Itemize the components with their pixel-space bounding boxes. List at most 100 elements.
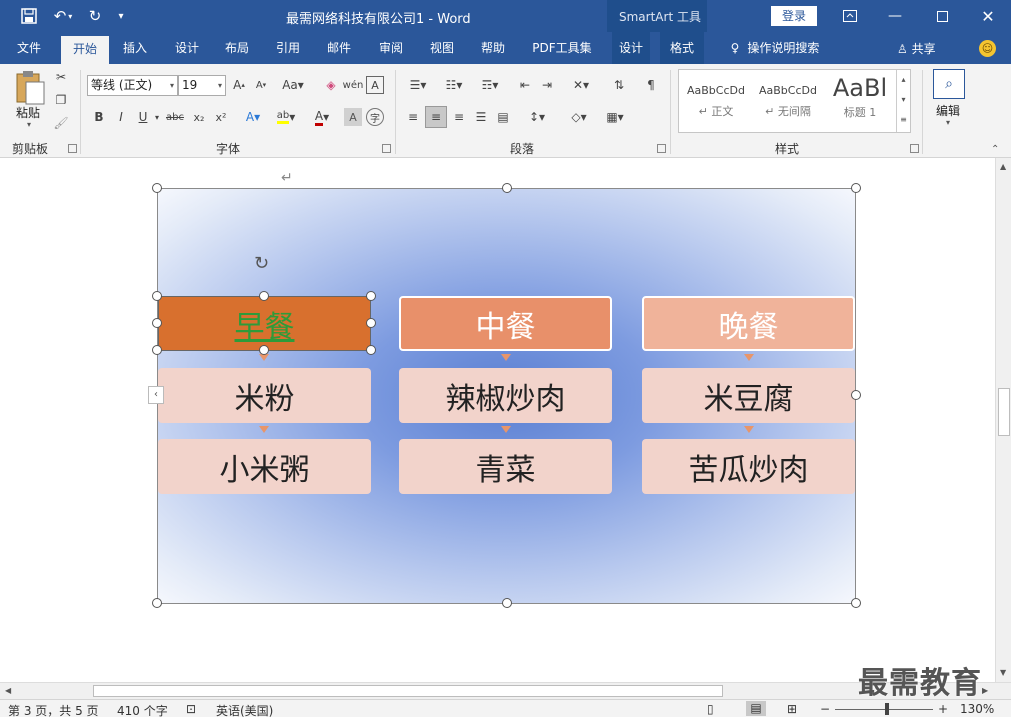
enclose-characters-icon[interactable]: 字 — [366, 108, 384, 126]
tab-layout[interactable]: 布局 — [216, 32, 258, 64]
character-border-icon[interactable]: A — [366, 76, 384, 94]
resize-handle[interactable] — [851, 390, 861, 400]
align-center-icon[interactable]: ≡ — [425, 106, 447, 128]
shape-resize-handle[interactable] — [366, 318, 376, 328]
feedback-smiley-icon[interactable]: ☺ — [979, 40, 996, 57]
multilevel-list-icon[interactable]: ☶▾ — [476, 76, 504, 94]
tab-design[interactable]: 设计 — [166, 32, 208, 64]
phonetic-guide-icon[interactable]: wén — [343, 76, 364, 94]
text-effects-icon[interactable]: A▾ — [244, 108, 262, 126]
zoom-level[interactable]: 130% — [960, 702, 994, 716]
paste-button-label[interactable]: 粘贴 — [16, 104, 40, 121]
paste-icon[interactable] — [14, 70, 48, 108]
vertical-scroll-thumb[interactable] — [998, 388, 1010, 436]
tab-references[interactable]: 引用 — [267, 32, 309, 64]
line-spacing-icon[interactable]: ↕▾ — [524, 108, 550, 126]
smartart-item[interactable]: 米粉 — [158, 368, 371, 423]
sort-icon[interactable]: ⇅ — [610, 76, 628, 94]
minimize-icon[interactable]: — — [880, 4, 910, 28]
shape-resize-handle[interactable] — [152, 318, 162, 328]
resize-handle[interactable] — [851, 598, 861, 608]
justify-icon[interactable]: ☰ — [472, 108, 490, 126]
vertical-scrollbar[interactable]: ▲ ▼ — [995, 158, 1011, 682]
cut-icon[interactable]: ✂ — [52, 68, 70, 86]
collapse-ribbon-icon[interactable]: ⌃ — [991, 144, 999, 155]
highlight-color-icon[interactable]: ab ▾ — [274, 108, 298, 126]
smartart-item[interactable]: 苦瓜炒肉 — [642, 439, 855, 494]
page-count[interactable]: 第 3 页，共 5 页 — [8, 702, 99, 717]
strikethrough-icon[interactable]: abc — [166, 108, 184, 126]
italic-icon[interactable]: I — [112, 108, 130, 126]
shape-resize-handle[interactable] — [152, 291, 162, 301]
style-no-spacing[interactable]: AaBbCcDd ↵ 无间隔 — [755, 74, 821, 128]
paragraph-launcher-icon[interactable] — [657, 144, 666, 153]
smartart-item[interactable]: 辣椒炒肉 — [399, 368, 612, 423]
scroll-down-icon[interactable]: ▼ — [1000, 668, 1006, 677]
smartart-item[interactable]: 小米粥 — [158, 439, 371, 494]
word-count[interactable]: 410 个字 — [117, 702, 168, 717]
zoom-out-icon[interactable]: − — [820, 702, 830, 716]
scroll-up-icon[interactable]: ▲ — [1000, 162, 1006, 171]
editing-dropdown-icon[interactable]: ▾ — [946, 118, 950, 127]
save-icon[interactable] — [18, 5, 40, 27]
rotate-handle-icon[interactable]: ↻ — [254, 253, 269, 274]
tab-insert[interactable]: 插入 — [114, 32, 156, 64]
customize-quick-access-icon[interactable]: ▾ — [112, 5, 130, 27]
tab-pdf-tools[interactable]: PDF工具集 — [527, 32, 597, 64]
increase-indent-icon[interactable]: ⇥ — [538, 76, 556, 94]
shape-resize-handle[interactable] — [259, 291, 269, 301]
zoom-slider-thumb[interactable] — [885, 703, 889, 715]
scroll-right-icon[interactable]: ▶ — [982, 686, 988, 695]
document-canvas[interactable]: ↵ 早餐 米粉 小米粥 中餐 辣椒炒肉 青菜 晚餐 米豆腐 苦瓜炒肉 ‹ ↻ — [0, 158, 995, 682]
font-launcher-icon[interactable] — [382, 144, 391, 153]
tab-home[interactable]: 开始 — [61, 36, 109, 64]
shape-resize-handle[interactable] — [366, 291, 376, 301]
search-icon[interactable]: ⌕ — [933, 69, 965, 99]
borders-icon[interactable]: ▦▾ — [600, 108, 630, 126]
web-layout-icon[interactable]: ⊞ — [787, 702, 797, 716]
shape-resize-handle[interactable] — [366, 345, 376, 355]
tab-smartart-design[interactable]: 设计 — [612, 32, 650, 64]
tab-review[interactable]: 审阅 — [370, 32, 412, 64]
tab-smartart-format[interactable]: 格式 — [660, 32, 704, 64]
copy-icon[interactable]: ❐ — [52, 91, 70, 109]
change-case-icon[interactable]: Aa▾ — [280, 76, 306, 94]
styles-scroll[interactable]: ▴ ▾ ≡ — [896, 70, 910, 132]
tab-help[interactable]: 帮助 — [472, 32, 514, 64]
smartart-header-lunch[interactable]: 中餐 — [399, 296, 612, 351]
resize-handle[interactable] — [851, 183, 861, 193]
paste-dropdown-icon[interactable]: ▾ — [27, 120, 31, 129]
shape-resize-handle[interactable] — [152, 345, 162, 355]
zoom-slider[interactable] — [835, 709, 933, 710]
close-icon[interactable]: ✕ — [973, 4, 1003, 28]
shape-resize-handle[interactable] — [259, 345, 269, 355]
numbering-icon[interactable]: ☷▾ — [440, 76, 468, 94]
proofing-icon[interactable]: ⊡ — [186, 702, 196, 716]
align-left-icon[interactable]: ≡ — [404, 108, 422, 126]
text-pane-toggle-icon[interactable]: ‹ — [148, 386, 164, 404]
style-heading-1[interactable]: AaBl 标题 1 — [827, 74, 893, 128]
read-mode-icon[interactable]: ▯ — [707, 702, 714, 716]
smartart-header-breakfast[interactable]: 早餐 — [158, 296, 371, 351]
scroll-left-icon[interactable]: ◀ — [5, 686, 11, 695]
font-name-combo[interactable]: 等线 (正文) ▾ — [87, 75, 178, 96]
login-button[interactable]: 登录 — [771, 6, 817, 26]
horizontal-scroll-thumb[interactable] — [93, 685, 723, 697]
font-size-combo[interactable]: 19 ▾ — [178, 75, 226, 96]
format-painter-icon[interactable]: 🖌 — [52, 114, 70, 132]
align-right-icon[interactable]: ≡ — [450, 108, 468, 126]
style-normal[interactable]: AaBbCcDd ↵ 正文 — [683, 74, 749, 128]
smartart-header-dinner[interactable]: 晚餐 — [642, 296, 855, 351]
tell-me-search[interactable]: ♀ 操作说明搜索 — [720, 32, 830, 64]
tab-mailings[interactable]: 邮件 — [318, 32, 360, 64]
tab-view[interactable]: 视图 — [421, 32, 463, 64]
bullets-icon[interactable]: ☰▾ — [404, 76, 432, 94]
editing-button-label[interactable]: 编辑 — [936, 102, 960, 119]
resize-handle[interactable] — [502, 183, 512, 193]
decrease-indent-icon[interactable]: ⇤ — [516, 76, 534, 94]
shrink-font-icon[interactable]: A ▾ — [252, 76, 270, 94]
print-layout-icon[interactable]: ▤ — [746, 701, 766, 716]
clipboard-launcher-icon[interactable] — [68, 144, 77, 153]
language[interactable]: 英语(美国) — [216, 702, 273, 717]
zoom-in-icon[interactable]: + — [938, 702, 948, 716]
